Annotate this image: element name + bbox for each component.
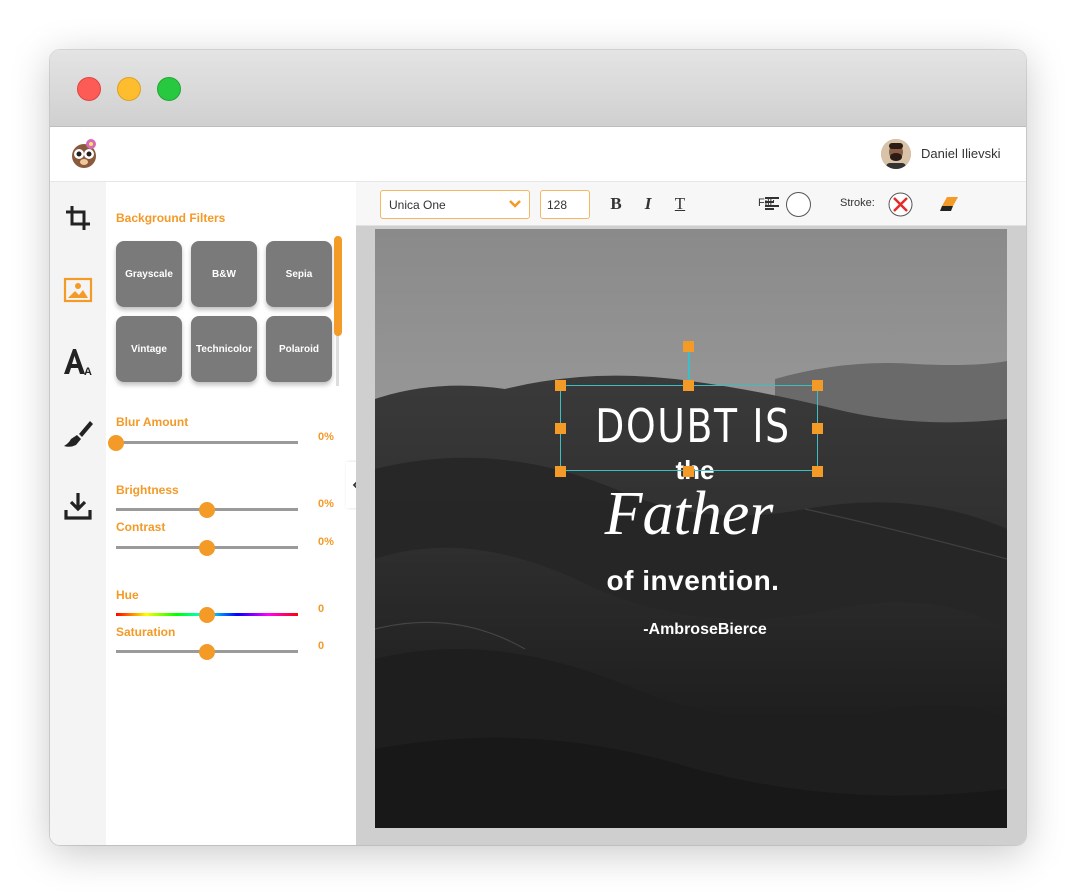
resize-handle-top-right[interactable] bbox=[812, 380, 823, 391]
resize-handle-bottom-right[interactable] bbox=[812, 466, 823, 477]
resize-handle-top[interactable] bbox=[683, 380, 694, 391]
resize-handle-top-left[interactable] bbox=[555, 380, 566, 391]
saturation-label: Saturation bbox=[116, 625, 176, 639]
filters-title: Background Filters bbox=[116, 211, 226, 225]
blur-slider-knob[interactable] bbox=[108, 435, 124, 451]
contrast-value: 0% bbox=[318, 536, 334, 548]
avatar[interactable] bbox=[881, 139, 911, 169]
contrast-label: Contrast bbox=[116, 520, 166, 534]
quote-line-3[interactable]: Father bbox=[561, 479, 817, 550]
quote-author[interactable]: -AmbroseBierce bbox=[605, 621, 805, 639]
title-bar bbox=[50, 50, 1026, 127]
hue-slider-track[interactable] bbox=[116, 607, 298, 623]
resize-handle-bottom-left[interactable] bbox=[555, 466, 566, 477]
user-name[interactable]: Daniel Ilievski bbox=[921, 146, 1000, 161]
contrast-slider-track[interactable] bbox=[116, 540, 298, 556]
blur-label: Blur Amount bbox=[116, 415, 189, 429]
saturation-slider-knob[interactable] bbox=[199, 644, 215, 660]
stroke-color-picker[interactable] bbox=[888, 192, 913, 217]
download-icon[interactable] bbox=[62, 490, 94, 522]
brightness-value: 0% bbox=[318, 498, 334, 510]
font-size-input[interactable]: 128 bbox=[540, 190, 590, 219]
contrast-slider-knob[interactable] bbox=[199, 540, 215, 556]
minimize-window-button[interactable] bbox=[117, 77, 141, 101]
tool-sidebar: A bbox=[50, 182, 106, 845]
fill-color-picker[interactable] bbox=[786, 192, 811, 217]
app-logo-icon bbox=[72, 139, 96, 168]
rotation-handle[interactable] bbox=[683, 341, 694, 352]
brush-icon[interactable] bbox=[62, 418, 94, 450]
maximize-window-button[interactable] bbox=[157, 77, 181, 101]
saturation-value: 0 bbox=[318, 640, 325, 652]
brightness-slider-track[interactable] bbox=[116, 502, 298, 518]
filter-grayscale-button[interactable]: Grayscale bbox=[116, 241, 182, 307]
filter-bw-button[interactable]: B&W bbox=[191, 241, 257, 307]
background-photo[interactable]: DOUBT IS the Father of invention. -Ambro… bbox=[375, 229, 1007, 828]
hue-slider-knob[interactable] bbox=[199, 607, 215, 623]
underline-button[interactable]: T bbox=[670, 194, 690, 214]
filter-sepia-button[interactable]: Sepia bbox=[266, 241, 332, 307]
app-window: Daniel Ilievski A Background Filters Gra… bbox=[50, 50, 1026, 845]
hue-value: 0 bbox=[318, 603, 325, 615]
resize-handle-bottom[interactable] bbox=[683, 466, 694, 477]
stroke-label: Stroke: bbox=[840, 197, 875, 209]
fill-label: Fill: bbox=[758, 197, 776, 209]
filters-panel: Background Filters Grayscale B&W Sepia V… bbox=[106, 182, 356, 845]
font-family-select[interactable]: Unica One bbox=[380, 190, 530, 219]
crop-icon[interactable] bbox=[62, 202, 94, 234]
chevron-down-icon bbox=[509, 200, 521, 208]
quote-line-4[interactable]: of invention. bbox=[545, 565, 841, 597]
svg-text:A: A bbox=[84, 366, 92, 378]
bold-button[interactable]: B bbox=[606, 194, 626, 214]
canvas-area: DOUBT IS the Father of invention. -Ambro… bbox=[356, 226, 1026, 845]
eraser-icon[interactable] bbox=[940, 194, 960, 214]
close-window-button[interactable] bbox=[77, 77, 101, 101]
filter-polaroid-button[interactable]: Polaroid bbox=[266, 316, 332, 382]
image-icon[interactable] bbox=[62, 274, 94, 306]
resize-handle-left[interactable] bbox=[555, 423, 566, 434]
app-header: Daniel Ilievski bbox=[50, 127, 1026, 182]
hue-label: Hue bbox=[116, 588, 139, 602]
filter-technicolor-button[interactable]: Technicolor bbox=[191, 316, 257, 382]
filters-scrollbar[interactable] bbox=[334, 236, 342, 336]
saturation-slider-track[interactable] bbox=[116, 644, 298, 660]
italic-button[interactable]: I bbox=[638, 194, 658, 214]
blur-value: 0% bbox=[318, 431, 334, 443]
blur-slider-track[interactable] bbox=[108, 435, 298, 451]
selection-box[interactable] bbox=[560, 385, 818, 471]
text-toolbar: Unica One 128 B I T Fill: Stroke: bbox=[356, 182, 1026, 226]
text-icon[interactable]: A bbox=[62, 346, 94, 378]
brightness-slider-knob[interactable] bbox=[199, 502, 215, 518]
font-family-value: Unica One bbox=[389, 198, 446, 212]
resize-handle-right[interactable] bbox=[812, 423, 823, 434]
brightness-label: Brightness bbox=[116, 483, 179, 497]
filter-vintage-button[interactable]: Vintage bbox=[116, 316, 182, 382]
